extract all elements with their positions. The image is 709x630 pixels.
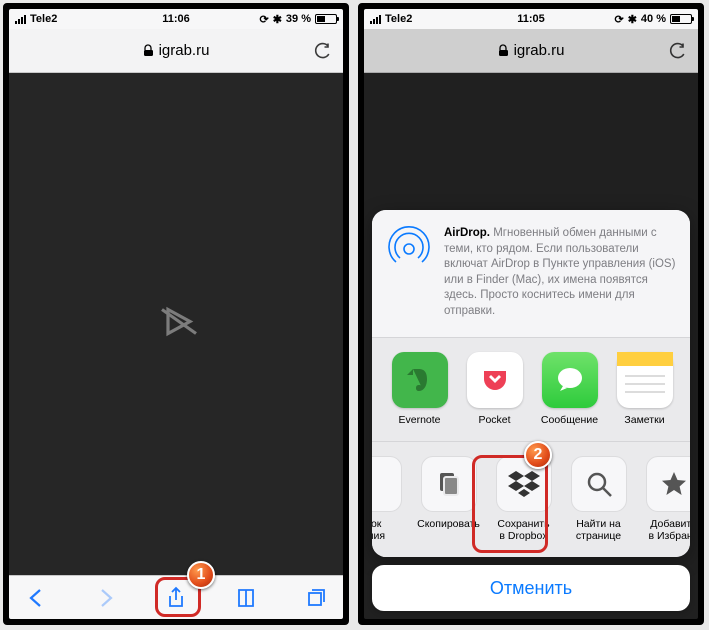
bookmarks-button[interactable] [233, 585, 259, 611]
star-icon [646, 456, 691, 512]
orientation-lock-icon: ⟳ [259, 13, 268, 26]
cancel-button[interactable]: Отменить [372, 565, 690, 611]
signal-icon [15, 15, 26, 24]
share-app-more[interactable]: W [682, 352, 690, 427]
bluetooth-icon: ✱ [628, 13, 637, 26]
copy-icon [421, 456, 477, 512]
share-apps-row[interactable]: Evernote Pocket Сообщение [372, 337, 690, 441]
share-app-evernote[interactable]: Evernote [382, 352, 457, 427]
airdrop-icon [386, 226, 432, 272]
action-icon [372, 456, 402, 512]
share-action-find[interactable]: Найти на странице [561, 456, 636, 543]
forward-button[interactable] [93, 585, 119, 611]
notes-icon [617, 352, 673, 408]
bluetooth-icon: ✱ [273, 13, 282, 26]
lock-icon [143, 44, 154, 57]
battery-icon [315, 14, 337, 24]
share-action-partial-left[interactable]: сок ения [372, 456, 411, 543]
clock-label: 11:05 [477, 13, 584, 25]
signal-icon [370, 15, 381, 24]
messages-icon [542, 352, 598, 408]
battery-pct-label: 40 % [641, 13, 666, 25]
annotation-marker-1: 1 [187, 561, 215, 589]
video-play-icon[interactable] [146, 292, 206, 357]
battery-icon [670, 14, 692, 24]
lock-icon [498, 44, 509, 57]
evernote-icon [392, 352, 448, 408]
url-host-label: igrab.ru [514, 42, 565, 59]
safari-url-bar: igrab.ru [364, 29, 698, 73]
reload-button[interactable] [313, 41, 333, 61]
share-app-messages[interactable]: Сообщение [532, 352, 607, 427]
reload-button [668, 41, 688, 61]
battery-pct-label: 39 % [286, 13, 311, 25]
orientation-lock-icon: ⟳ [614, 13, 623, 26]
airdrop-section[interactable]: AirDrop. Мгновенный обмен данными с теми… [372, 210, 690, 337]
pocket-icon [467, 352, 523, 408]
share-action-favorites[interactable]: Добавить в Избранн [636, 456, 690, 543]
share-app-notes[interactable]: Заметки [607, 352, 682, 427]
carrier-label: Tele2 [385, 13, 412, 25]
annotation-marker-2: 2 [524, 441, 552, 469]
tabs-button[interactable] [303, 585, 329, 611]
share-app-pocket[interactable]: Pocket [457, 352, 532, 427]
carrier-label: Tele2 [30, 13, 57, 25]
status-bar: Tele2 11:05 ⟳ ✱ 40 % [364, 9, 698, 29]
back-button[interactable] [23, 585, 49, 611]
annotation-highlight-dropbox [472, 455, 548, 553]
airdrop-description: AirDrop. Мгновенный обмен данными с теми… [444, 226, 676, 319]
status-bar: Tele2 11:06 ⟳ ✱ 39 % [9, 9, 343, 29]
url-host-label: igrab.ru [159, 42, 210, 59]
clock-label: 11:06 [122, 13, 229, 25]
safari-url-bar[interactable]: igrab.ru [9, 29, 343, 73]
search-icon [571, 456, 627, 512]
